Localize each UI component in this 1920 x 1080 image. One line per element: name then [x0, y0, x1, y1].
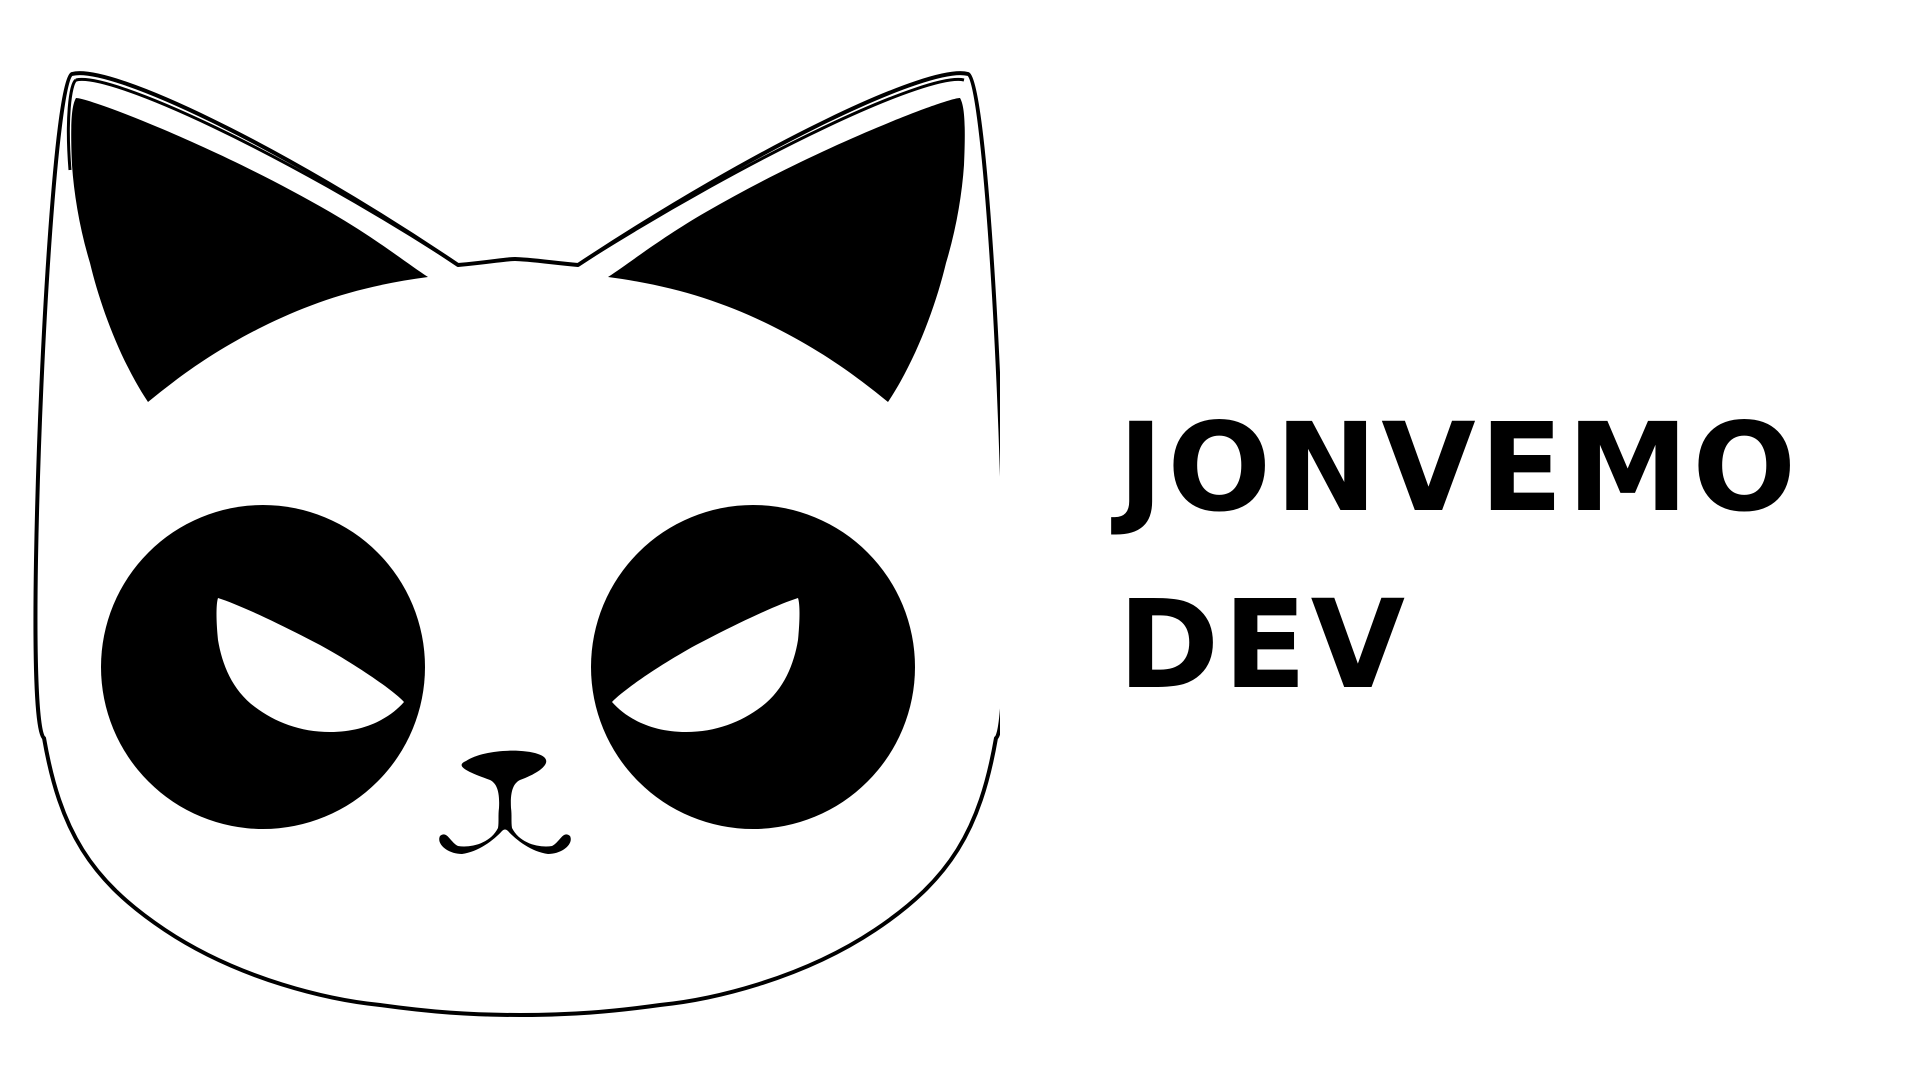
brand-wordmark: JONVEMO DEV [1118, 380, 1878, 734]
cat-face-icon [33, 71, 1000, 1017]
logo-canvas: JONVEMO DEV [0, 0, 1920, 1080]
wordmark-line-1: JONVEMO [1118, 397, 1801, 539]
wordmark-line-2: DEV [1118, 574, 1410, 716]
